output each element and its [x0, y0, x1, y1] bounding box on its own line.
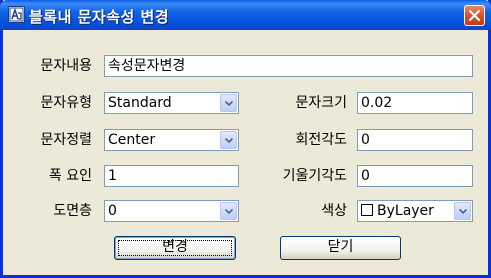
chevron-down-icon — [459, 209, 467, 214]
text-style-dropdown-button[interactable] — [220, 94, 237, 112]
color-select[interactable]: ByLayer — [357, 200, 473, 222]
chevron-down-icon — [225, 209, 233, 214]
rotation-input[interactable]: 0 — [357, 129, 473, 151]
text-size-label: 문자크기 — [295, 95, 347, 111]
width-factor-label: 폭 요인 — [48, 168, 92, 184]
text-size-input[interactable]: 0.02 — [357, 92, 473, 114]
color-value: ByLayer — [377, 203, 434, 219]
text-content-input[interactable]: 속성문자변경 — [104, 55, 473, 77]
text-align-dropdown-button[interactable] — [220, 131, 237, 149]
text-style-label: 문자유형 — [40, 95, 92, 111]
oblique-input[interactable]: 0 — [357, 165, 473, 187]
color-label: 색상 — [321, 203, 347, 219]
chevron-down-icon — [225, 138, 233, 143]
oblique-label: 기울기각도 — [282, 168, 347, 184]
dialog-window: 블록내 문자속성 변경 문자내용 속성문자변경 문자유형 Standard 문자… — [0, 0, 491, 278]
width-factor-input[interactable]: 1 — [104, 165, 239, 187]
window-title: 블록내 문자속성 변경 — [29, 8, 170, 26]
focus-rect — [118, 240, 232, 256]
text-style-select[interactable]: Standard — [104, 92, 239, 114]
title-bar[interactable]: 블록내 문자속성 변경 — [0, 0, 491, 30]
close-button-label: 닫기 — [327, 239, 354, 255]
close-button[interactable]: 닫기 — [280, 236, 401, 260]
text-style-value: Standard — [108, 95, 172, 111]
layer-value: 0 — [108, 203, 117, 219]
close-icon — [468, 9, 481, 22]
chevron-down-icon — [225, 101, 233, 106]
text-content-label: 문자내용 — [40, 58, 92, 74]
rotation-label: 회전각도 — [295, 132, 347, 148]
layer-dropdown-button[interactable] — [220, 202, 237, 220]
text-align-select[interactable]: Center — [104, 129, 239, 151]
text-align-value: Center — [108, 132, 156, 148]
app-icon — [8, 6, 25, 23]
color-dropdown-button[interactable] — [454, 202, 471, 220]
change-button[interactable]: 변경 — [114, 236, 236, 260]
layer-select[interactable]: 0 — [104, 200, 239, 222]
layer-label: 도면층 — [53, 203, 92, 219]
text-align-label: 문자정렬 — [40, 132, 92, 148]
close-window-button[interactable] — [464, 5, 485, 26]
color-swatch — [361, 204, 373, 216]
